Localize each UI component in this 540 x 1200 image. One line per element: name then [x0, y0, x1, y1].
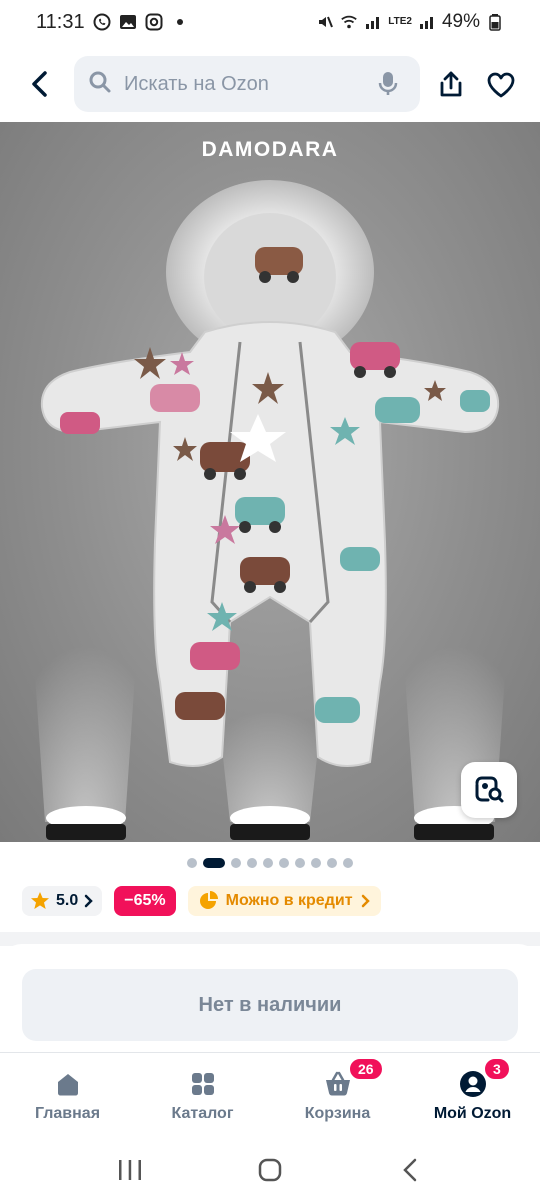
pagination-dot[interactable] [247, 858, 257, 868]
gallery-pagination [0, 858, 540, 868]
gallery-icon [119, 13, 137, 31]
catalog-icon [188, 1069, 218, 1099]
share-icon [440, 71, 462, 97]
recent-apps-icon [119, 1160, 141, 1180]
home-icon [53, 1069, 83, 1099]
cart-count-badge: 26 [348, 1057, 384, 1081]
nav-label-cart: Корзина [304, 1105, 371, 1122]
nav-label-catalog: Каталог [171, 1105, 234, 1122]
nav-item-catalog[interactable]: Каталог [135, 1053, 270, 1140]
home-button[interactable] [250, 1150, 290, 1190]
rating-badge[interactable]: 5.0 [22, 886, 103, 916]
product-badges: 5.0 −65% Можно в кредит [22, 886, 381, 916]
nav-label-profile: Мой Ozon [433, 1105, 512, 1122]
product-gallery[interactable]: DAMODARA [0, 122, 540, 842]
rating-value: 5.0 [56, 892, 79, 909]
instagram-icon [145, 13, 163, 31]
credit-label: Можно в кредит [225, 892, 353, 909]
nav-item-cart[interactable]: 26 Корзина [270, 1053, 405, 1140]
share-button[interactable] [432, 66, 470, 104]
credit-badge[interactable]: Можно в кредит [187, 886, 381, 916]
star-icon [31, 892, 49, 909]
signal-icon [364, 13, 382, 31]
product-image [30, 180, 510, 840]
dot-icon [171, 13, 189, 31]
pagination-dot[interactable] [279, 858, 289, 868]
microphone-button[interactable] [374, 70, 402, 98]
visual-search-button[interactable] [461, 762, 517, 818]
battery-icon [486, 13, 504, 31]
battery-percent: 49% [441, 11, 480, 32]
pagination-dot[interactable] [295, 858, 305, 868]
nav-item-profile[interactable]: 3 Мой Ozon [405, 1053, 540, 1140]
recent-apps-button[interactable] [110, 1150, 150, 1190]
pagination-dot[interactable] [263, 858, 273, 868]
nav-label-home: Главная [34, 1105, 101, 1122]
pagination-dot[interactable] [187, 858, 197, 868]
system-navigation [0, 1140, 540, 1200]
microphone-icon [378, 72, 398, 95]
pagination-dot[interactable] [231, 858, 241, 868]
chevron-left-icon [32, 71, 47, 97]
mute-icon [316, 13, 334, 31]
system-back-button[interactable] [390, 1150, 430, 1190]
bottom-navigation: Главная Каталог 26 Корзина 3 Мой Ozon [0, 1052, 540, 1140]
pagination-dot[interactable] [343, 858, 353, 868]
wifi-icon [340, 13, 358, 31]
favorite-button[interactable] [482, 66, 520, 104]
pagination-dot[interactable] [311, 858, 321, 868]
discount-badge: −65% [114, 886, 176, 916]
pagination-dot[interactable] [327, 858, 337, 868]
image-search-icon [475, 776, 504, 803]
home-circle-icon [258, 1158, 282, 1182]
nav-item-home[interactable]: Главная [0, 1053, 135, 1140]
header [0, 52, 540, 116]
back-button[interactable] [22, 64, 58, 104]
whatsapp-icon [93, 13, 111, 31]
profile-notification-badge: 3 [483, 1057, 511, 1081]
credit-pie-icon [199, 891, 218, 909]
status-bar: 11:31 LTE2 49% [0, 0, 540, 44]
search-input[interactable] [124, 72, 364, 96]
chevron-right-icon [85, 894, 94, 908]
status-time: 11:31 [36, 10, 85, 33]
back-chevron-icon [403, 1158, 417, 1182]
heart-icon [487, 72, 515, 98]
search-icon [88, 70, 112, 99]
network-label: LTE2 [388, 16, 412, 27]
signal-icon-2 [418, 13, 436, 31]
search-box[interactable] [74, 56, 420, 112]
chevron-right-icon [361, 894, 370, 908]
pagination-dot-active[interactable] [203, 858, 225, 868]
out-of-stock-button[interactable]: Нет в наличии [22, 969, 518, 1041]
